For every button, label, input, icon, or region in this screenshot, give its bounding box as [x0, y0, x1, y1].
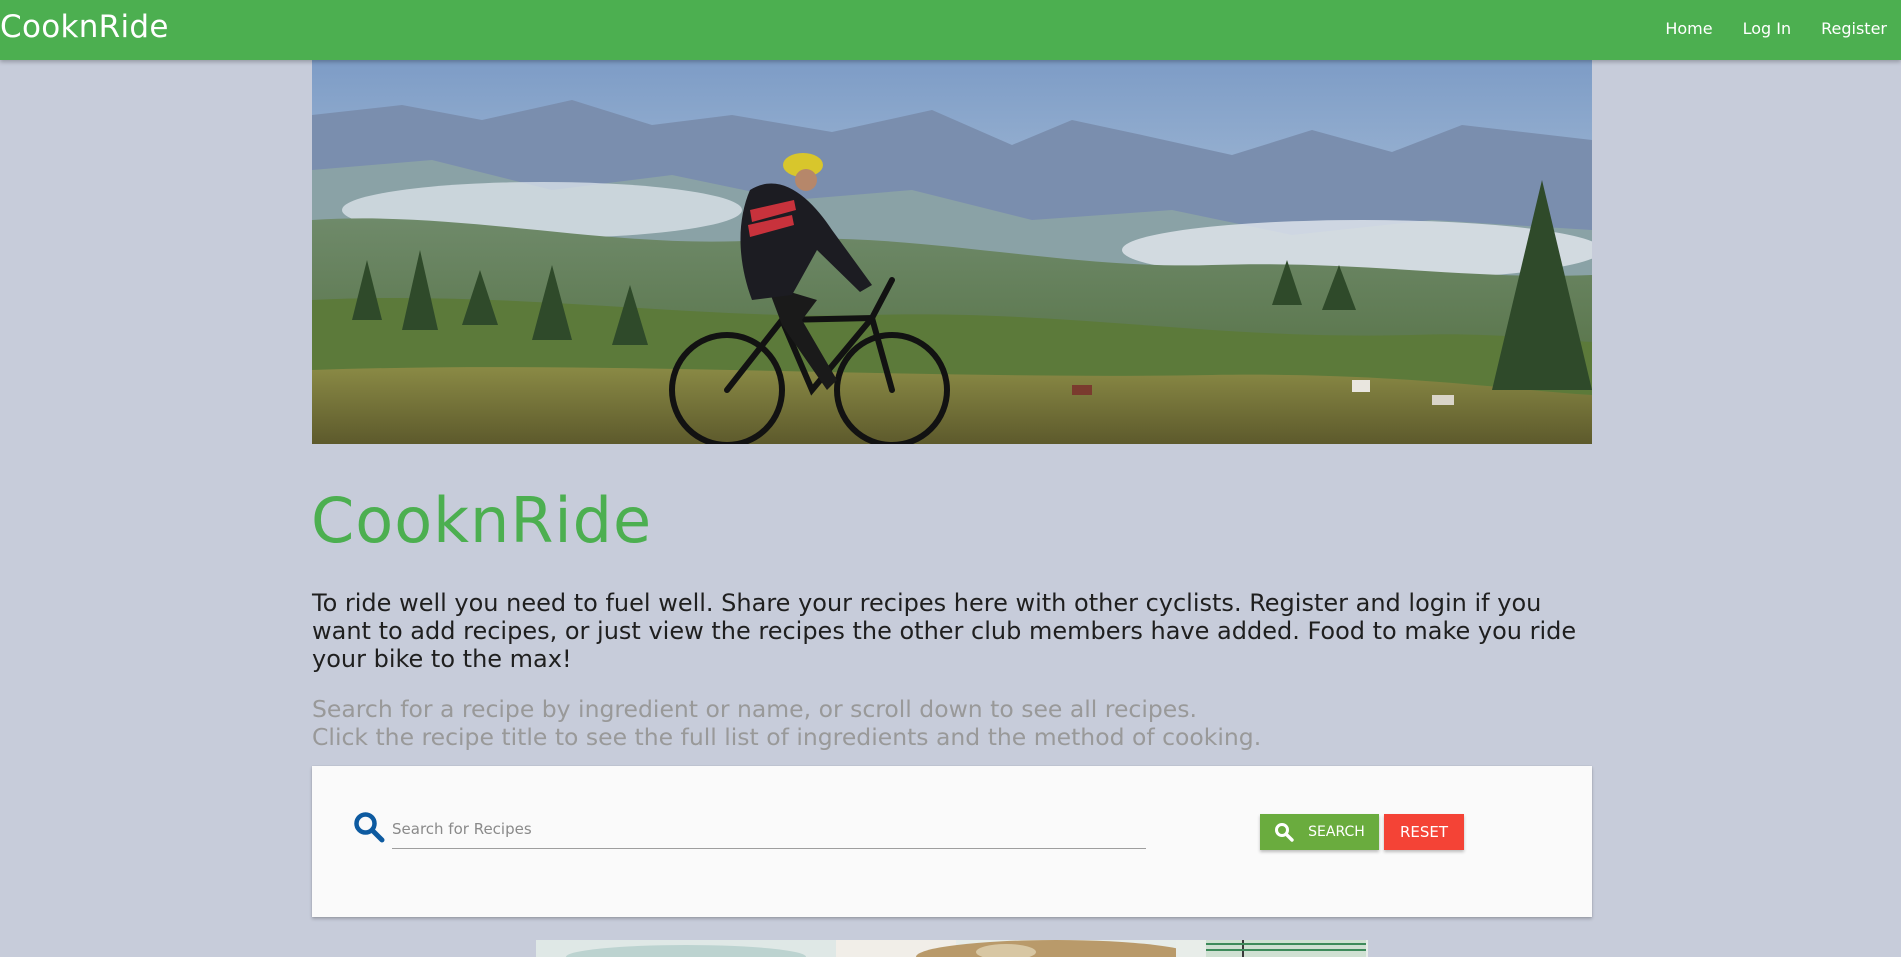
- nav-link-login[interactable]: Log In: [1743, 19, 1792, 38]
- hero-image: [312, 60, 1592, 444]
- search-hint-line-2: Click the recipe title to see the full l…: [312, 723, 1262, 751]
- recipe-card-image-peek: [536, 940, 1368, 957]
- search-button-label: SEARCH: [1308, 824, 1365, 840]
- nav-link-register[interactable]: Register: [1821, 19, 1887, 38]
- intro-text: To ride well you need to fuel well. Shar…: [312, 589, 1577, 673]
- nav-links: Home Log In Register: [1635, 19, 1887, 38]
- search-button-icon: [1275, 823, 1294, 842]
- search-input[interactable]: [392, 810, 1146, 849]
- search-icon: [353, 811, 385, 847]
- search-hint-line-1: Search for a recipe by ingredient or nam…: [312, 695, 1197, 723]
- nav-link-home[interactable]: Home: [1665, 19, 1712, 38]
- search-card: SEARCH RESET: [312, 766, 1592, 917]
- page-title: CooknRide: [311, 484, 653, 557]
- search-button[interactable]: SEARCH: [1260, 814, 1379, 850]
- brand-logo-link[interactable]: CooknRide: [0, 9, 169, 45]
- navbar: CooknRide Home Log In Register: [0, 0, 1901, 60]
- reset-button[interactable]: RESET: [1384, 814, 1464, 850]
- search-hint: Search for a recipe by ingredient or nam…: [312, 695, 1612, 751]
